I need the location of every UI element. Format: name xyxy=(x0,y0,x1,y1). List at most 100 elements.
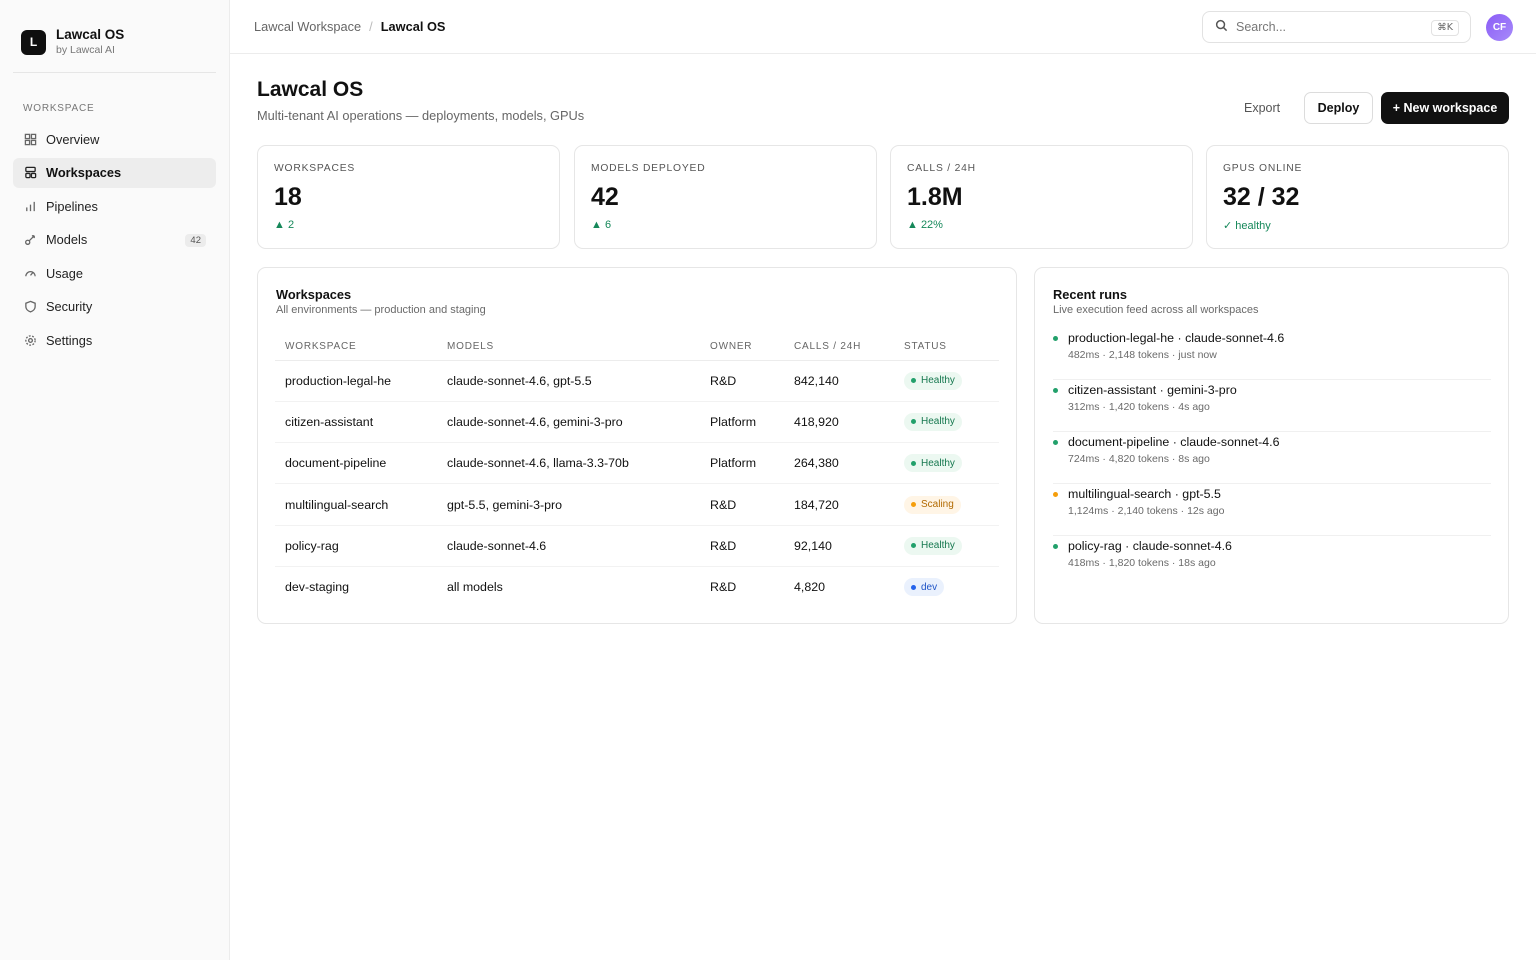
workspace-name: production-legal-he xyxy=(275,360,437,402)
list-item[interactable]: production-legal-he · claude-sonnet-4.6 … xyxy=(1053,328,1491,380)
panel-title: Recent runs xyxy=(1053,287,1127,302)
sidebar-item-settings[interactable]: Settings xyxy=(13,326,216,356)
status-badge: Healthy xyxy=(904,454,962,473)
breadcrumb-separator: / xyxy=(369,19,373,34)
stat-label: WORKSPACES xyxy=(274,163,356,174)
sidebar-item-pipelines[interactable]: Pipelines xyxy=(13,191,216,221)
status-label: Scaling xyxy=(921,499,954,511)
workspace-owner: Platform xyxy=(700,442,784,485)
brand-name: Lawcal OS xyxy=(56,27,125,42)
avatar[interactable]: CF xyxy=(1486,14,1513,41)
workspaces-icon xyxy=(23,166,37,180)
list-item[interactable]: policy-rag · claude-sonnet-4.6 418ms · 1… xyxy=(1053,536,1491,588)
stat-value: 42 xyxy=(591,183,619,211)
workspace-status: Healthy xyxy=(894,401,999,444)
table-row[interactable]: document-pipeline claude-sonnet-4.6, lla… xyxy=(275,442,999,485)
deploy-button[interactable]: Deploy xyxy=(1304,92,1373,124)
stat-card-models-deployed: MODELS DEPLOYED 42 ▲ 6 xyxy=(574,145,877,249)
run-status-dot xyxy=(1053,544,1058,549)
sidebar-divider xyxy=(13,72,216,73)
table-row[interactable]: multilingual-search gpt-5.5, gemini-3-pr… xyxy=(275,483,999,526)
workspace-calls: 418,920 xyxy=(784,401,894,444)
workspace-name: multilingual-search xyxy=(275,483,437,526)
column-header[interactable]: STATUS xyxy=(894,333,999,361)
run-title: multilingual-search · gpt-5.5 xyxy=(1068,487,1221,501)
status-dot xyxy=(911,419,916,425)
status-dot xyxy=(911,378,916,384)
run-meta: 1,124ms · 2,140 tokens · 12s ago xyxy=(1068,505,1225,517)
stat-delta: ▲ 2 xyxy=(274,219,295,231)
workspace-status: Scaling xyxy=(894,483,999,526)
workspace-owner: Platform xyxy=(700,401,784,444)
column-header[interactable]: OWNER xyxy=(700,333,784,361)
run-title: production-legal-he · claude-sonnet-4.6 xyxy=(1068,331,1285,345)
panel-subtitle: All environments — production and stagin… xyxy=(276,304,486,316)
stat-value: 18 xyxy=(274,183,302,211)
sidebar-item-overview[interactable]: Overview xyxy=(13,124,216,154)
sidebar-item-models[interactable]: Models 42 xyxy=(13,225,216,255)
sidebar-item-label: Settings xyxy=(46,333,93,349)
run-title: document-pipeline · claude-sonnet-4.6 xyxy=(1068,435,1280,449)
sidebar-item-label: Usage xyxy=(46,265,83,281)
breadcrumb: Lawcal Workspace / Lawcal OS xyxy=(254,19,445,34)
page-subtitle: Multi-tenant AI operations — deployments… xyxy=(257,108,585,123)
page-title: Lawcal OS xyxy=(257,78,364,101)
sidebar-item-usage[interactable]: Usage xyxy=(13,258,216,288)
status-badge: Healthy xyxy=(904,371,962,390)
workspace-owner: R&D xyxy=(700,360,784,402)
list-item[interactable]: citizen-assistant · gemini-3-pro 312ms ·… xyxy=(1053,380,1491,432)
workspace-owner: R&D xyxy=(700,483,784,526)
workspaces-table: WORKSPACE MODELS OWNER CALLS / 24H STATU… xyxy=(275,333,999,608)
table-row[interactable]: policy-rag claude-sonnet-4.6 R&D 92,140 … xyxy=(275,525,999,567)
run-status-dot xyxy=(1053,492,1058,497)
list-item[interactable]: document-pipeline · claude-sonnet-4.6 72… xyxy=(1053,432,1491,484)
brand[interactable]: L Lawcal OS by Lawcal AI xyxy=(21,27,124,57)
panel-subtitle: Live execution feed across all workspace… xyxy=(1053,304,1259,316)
status-dot xyxy=(911,460,916,466)
search-input[interactable] xyxy=(1236,20,1416,34)
status-badge: dev xyxy=(904,578,945,597)
run-meta: 482ms · 2,148 tokens · just now xyxy=(1068,349,1217,361)
sidebar-item-workspaces[interactable]: Workspaces xyxy=(13,157,216,188)
brand-logo: L xyxy=(21,29,46,55)
workspace-calls: 264,380 xyxy=(784,442,894,485)
workspace-name: dev-staging xyxy=(285,580,350,595)
workspace-status: Healthy xyxy=(894,442,999,485)
run-status-dot xyxy=(1053,336,1058,341)
workspace-models: claude-sonnet-4.6, llama-3.3-70b xyxy=(437,442,700,485)
model-icon xyxy=(23,233,37,247)
workspace-models: claude-sonnet-4.6, gpt-5.5 xyxy=(437,360,700,402)
export-button[interactable]: Export xyxy=(1232,92,1292,124)
shield-icon xyxy=(23,300,37,314)
status-badge: Healthy xyxy=(904,536,962,555)
workspace-owner: R&D xyxy=(710,580,737,595)
brand-text: Lawcal OS by Lawcal AI xyxy=(56,27,124,57)
workspace-models: claude-sonnet-4.6 xyxy=(437,525,700,567)
status-label: dev xyxy=(921,581,938,593)
new-workspace-button[interactable]: + New workspace xyxy=(1381,92,1509,124)
workspace-calls: 184,720 xyxy=(784,483,894,526)
table-row[interactable]: dev-staging all models R&D 4,820 dev xyxy=(275,566,999,607)
search-icon xyxy=(1215,19,1228,35)
status-dot xyxy=(911,543,916,549)
breadcrumb-parent[interactable]: Lawcal Workspace xyxy=(254,19,361,34)
sidebar: L Lawcal OS by Lawcal AI WORKSPACE Overv… xyxy=(0,0,230,960)
column-header[interactable]: WORKSPACE xyxy=(275,333,437,361)
stat-label: CALLS / 24H xyxy=(907,163,976,174)
run-meta: 418ms · 1,820 tokens · 18s ago xyxy=(1068,557,1216,569)
table-row[interactable]: production-legal-he claude-sonnet-4.6, g… xyxy=(275,360,999,402)
status-dot xyxy=(911,584,916,590)
run-title: citizen-assistant · gemini-3-pro xyxy=(1068,383,1237,397)
sidebar-item-security[interactable]: Security xyxy=(13,292,216,322)
list-item[interactable]: multilingual-search · gpt-5.5 1,124ms · … xyxy=(1053,484,1491,536)
column-header[interactable]: MODELS xyxy=(437,333,700,361)
table-row[interactable]: citizen-assistant claude-sonnet-4.6, gem… xyxy=(275,401,999,444)
workspace-calls: 842,140 xyxy=(784,360,894,402)
breadcrumb-current: Lawcal OS xyxy=(380,19,446,34)
bar-chart-icon xyxy=(23,199,37,213)
column-header[interactable]: CALLS / 24H xyxy=(784,333,894,361)
sidebar-item-label: Workspaces xyxy=(46,165,122,181)
workspace-name: citizen-assistant xyxy=(275,401,437,444)
status-label: Healthy xyxy=(921,540,955,552)
search-box[interactable]: ⌘K xyxy=(1202,11,1471,43)
